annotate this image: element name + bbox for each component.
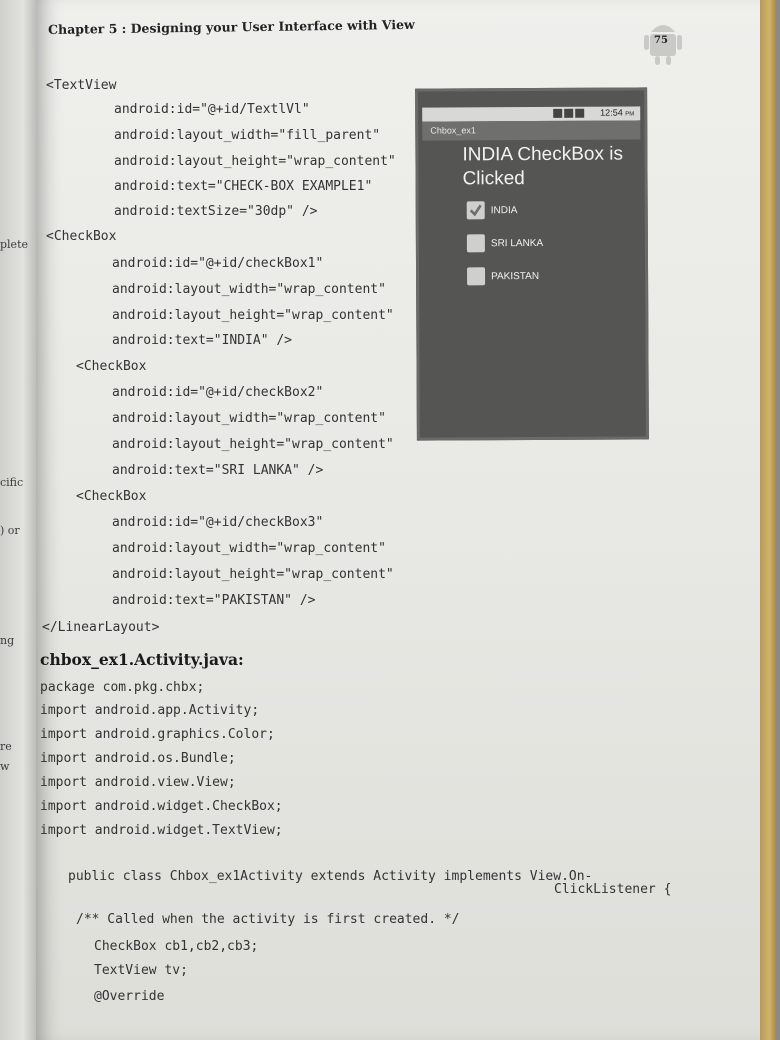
app-title: Chbox_ex1 [430, 125, 476, 136]
code-line: import android.widget.TextView; [40, 823, 283, 838]
code-line: android:layout_width="wrap_content" [112, 411, 386, 426]
status-time: 12:54 [600, 107, 623, 118]
status-time-suffix: PM [625, 111, 635, 118]
chapter-title: Chapter 5 : Designing your User Interfac… [48, 16, 415, 37]
code-line: <TextView [46, 78, 117, 93]
checkbox-label: SRI LANKA [490, 237, 544, 250]
code-line: android:layout_height="wrap_content" [112, 308, 394, 323]
code-line: android:layout_height="wrap_content" [112, 437, 394, 452]
signal-icon [553, 108, 563, 118]
margin-fragment: ) or [0, 524, 20, 537]
result-text-view: INDIA CheckBox is Clicked [462, 143, 623, 190]
battery-icon [575, 108, 585, 118]
margin-fragment: re [0, 740, 12, 753]
checkbox-checked-icon[interactable] [466, 201, 485, 220]
code-line: android:layout_width="wrap_content" [112, 541, 386, 556]
page-stack-edge [760, 0, 776, 1040]
code-line: </LinearLayout> [42, 620, 160, 635]
code-line: package com.pkg.chbx; [40, 680, 205, 695]
status-icons [553, 108, 585, 119]
code-line: TextView tv; [94, 963, 188, 978]
phone-screenshot: 12:54 PM Chbox_ex1 INDIA CheckBox is Cli… [415, 87, 649, 441]
code-line: import android.graphics.Color; [40, 727, 275, 742]
status-bar: 12:54 PM [422, 106, 641, 122]
code-line: android:text="PAKISTAN" /> [112, 593, 316, 608]
code-line: /** Called when the activity is first cr… [76, 912, 460, 927]
code-line: android:layout_height="wrap_content" [112, 567, 394, 582]
code-line: import android.view.View; [40, 775, 236, 790]
checkbox-label: INDIA [490, 205, 518, 217]
code-line: android:layout_height="wrap_content" [114, 154, 396, 169]
code-line: <CheckBox [76, 489, 147, 504]
network-icon [564, 108, 574, 118]
code-line: android:layout_width="wrap_content" [112, 282, 386, 297]
margin-fragment: w [0, 760, 10, 773]
code-line: android:id="@+id/checkBox3" [112, 515, 324, 530]
code-line: android:id="@+id/checkBox2" [112, 385, 324, 400]
section-heading: chbox_ex1.Activity.java: [40, 650, 244, 669]
code-line: android:text="SRI LANKA" /> [112, 463, 324, 478]
code-line: @Override [94, 989, 165, 1004]
code-line: ClickListener { [554, 882, 672, 897]
margin-fragment: cific [0, 476, 24, 489]
opposite-page-edge: plete cific ) or ng re w [0, 0, 38, 1040]
margin-fragment: plete [0, 238, 28, 251]
page-number: 75 [654, 35, 668, 46]
checkbox-label: PAKISTAN [491, 270, 540, 283]
code-line: android:id="@+id/TextlVl" [114, 102, 310, 117]
code-line: <CheckBox [46, 229, 117, 244]
code-line: import android.os.Bundle; [40, 751, 236, 766]
code-line: import android.widget.CheckBox; [40, 799, 283, 814]
code-line: android:id="@+id/checkBox1" [112, 256, 324, 271]
code-line: android:text="INDIA" /> [112, 333, 293, 348]
code-line: android:textSize="30dp" /> [114, 204, 318, 219]
margin-fragment: ng [0, 634, 15, 647]
app-title-bar: Chbox_ex1 [422, 120, 641, 141]
code-line: CheckBox cb1,cb2,cb3; [94, 939, 259, 954]
checkbox-unchecked-icon[interactable] [467, 267, 486, 286]
code-line: import android.app.Activity; [40, 703, 260, 718]
code-line: <CheckBox [76, 359, 147, 374]
code-line: android:layout_width="fill_parent" [114, 128, 381, 143]
code-line: public class Chbox_ex1Activity extends A… [68, 869, 593, 884]
code-line: android:text="CHECK-BOX EXAMPLE1" [114, 179, 373, 194]
checkbox-unchecked-icon[interactable] [466, 234, 485, 253]
book-page: Chapter 5 : Designing your User Interfac… [36, 0, 776, 1040]
